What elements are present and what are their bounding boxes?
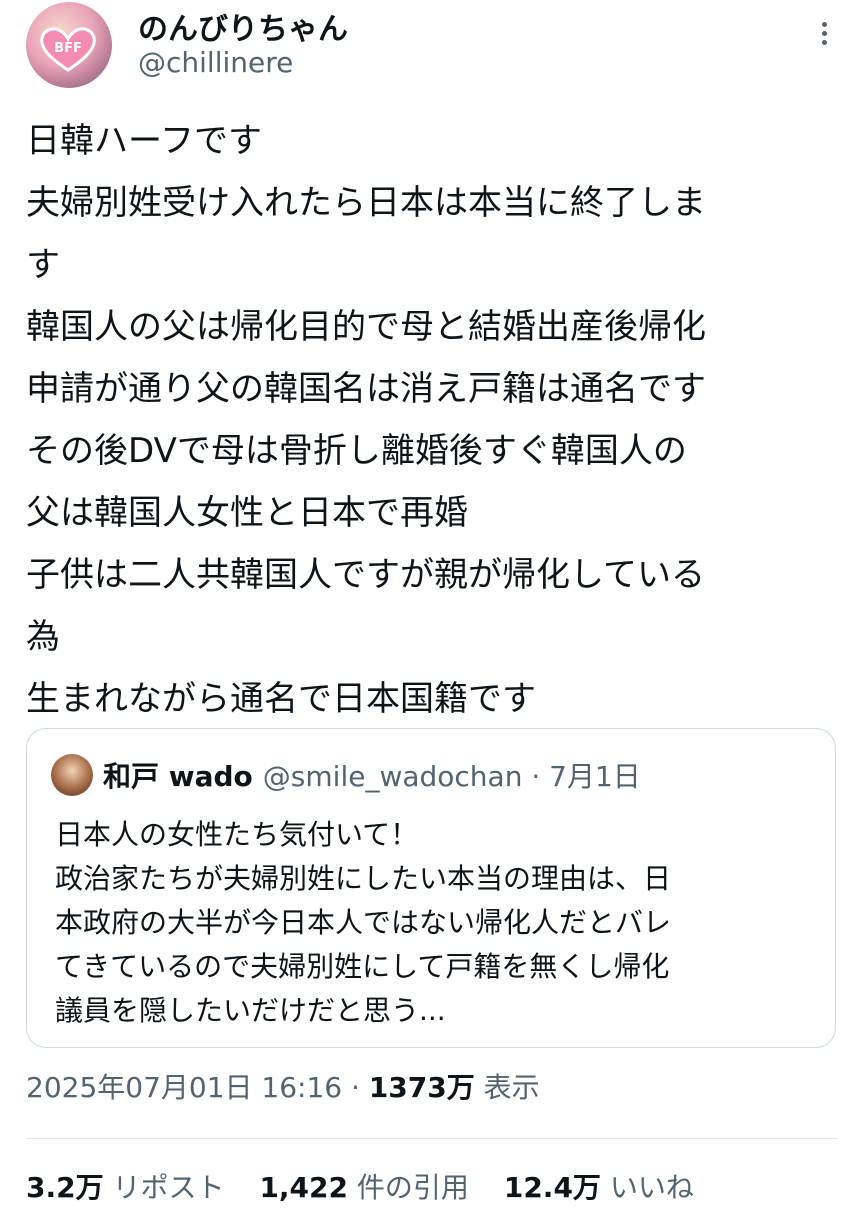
tweet-line: す xyxy=(26,245,60,285)
tweet-line: その後DVで母は骨折し離婚後すぐ韓国人の xyxy=(26,431,687,471)
likes-label: いいね xyxy=(609,1171,694,1204)
bff-badge-text: BFF xyxy=(54,41,82,56)
quote-line: てきているので夫婦別姓にして戸籍を無くし帰化 xyxy=(55,950,670,983)
tweet-meta: 2025年07月01日 16:16 · 1373万 表示 xyxy=(26,1066,540,1106)
quotes-count: 1,422 xyxy=(259,1171,349,1204)
likes-stat[interactable]: 12.4万 いいね xyxy=(504,1166,694,1206)
quoted-author-handle-date: @smile_wadochan · 7月1日 xyxy=(262,760,641,793)
bff-heart-icon: BFF xyxy=(40,27,96,72)
views-count: 1373万 xyxy=(368,1071,475,1104)
quoted-tweet-header: 和戸 wado @smile_wadochan · 7月1日 xyxy=(51,753,641,797)
tweet-line: 生まれながら通名で日本国籍です xyxy=(26,679,536,719)
quote-line: 議員を隠したいだけだと思う... xyxy=(55,994,446,1027)
author-handle[interactable]: @chillinere xyxy=(138,46,293,79)
quoted-tweet-card[interactable]: 和戸 wado @smile_wadochan · 7月1日 日本人の女性たち気… xyxy=(26,728,836,1048)
author-display-name[interactable]: のんびりちゃん xyxy=(138,4,348,48)
author-avatar[interactable]: BFF xyxy=(26,2,112,88)
divider xyxy=(26,1138,838,1139)
quoted-author-avatar[interactable] xyxy=(51,754,93,796)
views-label: 表示 xyxy=(474,1071,540,1104)
tweet-line: 父は韓国人女性と日本で再婚 xyxy=(26,493,468,533)
quote-line: 日本人の女性たち気付いて！ xyxy=(55,818,419,851)
quoted-author-name[interactable]: 和戸 wado xyxy=(103,755,253,795)
tweet-line: 韓国人の父は帰化目的で母と結婚出産後帰化 xyxy=(26,307,706,347)
tweet-line: 夫婦別姓受け入れたら日本は本当に終了しま xyxy=(26,183,706,223)
more-options-icon[interactable] xyxy=(814,22,834,52)
reposts-stat[interactable]: 3.2万 リポスト xyxy=(26,1166,225,1206)
tweet-line: 子供は二人共韓国人ですが親が帰化している xyxy=(26,555,705,595)
tweet-text: 日韓ハーフです 夫婦別姓受け入れたら日本は本当に終了しま す 韓国人の父は帰化目… xyxy=(26,110,838,730)
tweet-line: 申請が通り父の韓国名は消え戸籍は通名です xyxy=(26,369,706,409)
reposts-count: 3.2万 xyxy=(26,1171,104,1204)
likes-count: 12.4万 xyxy=(503,1171,601,1204)
quote-line: 本政府の大半が今日本人ではない帰化人だとバレ xyxy=(55,906,672,939)
quote-line: 政治家たちが夫婦別姓にしたい本当の理由は、日 xyxy=(55,862,672,895)
quoted-tweet-text: 日本人の女性たち気付いて！ 政治家たちが夫婦別姓にしたい本当の理由は、日 本政府… xyxy=(55,813,825,1033)
tweet-header: BFF のんびりちゃん @chillinere xyxy=(26,0,838,100)
quotes-label: 件の引用 xyxy=(356,1171,469,1204)
reposts-label: リポスト xyxy=(112,1171,225,1204)
tweet-timestamp[interactable]: 2025年07月01日 16:16 · xyxy=(26,1071,369,1104)
tweet-line: 為 xyxy=(26,617,60,657)
tweet-line: 日韓ハーフです xyxy=(26,121,262,161)
quotes-stat[interactable]: 1,422 件の引用 xyxy=(259,1166,469,1206)
engagement-stats: 3.2万 リポスト 1,422 件の引用 12.4万 いいね xyxy=(26,1166,720,1206)
